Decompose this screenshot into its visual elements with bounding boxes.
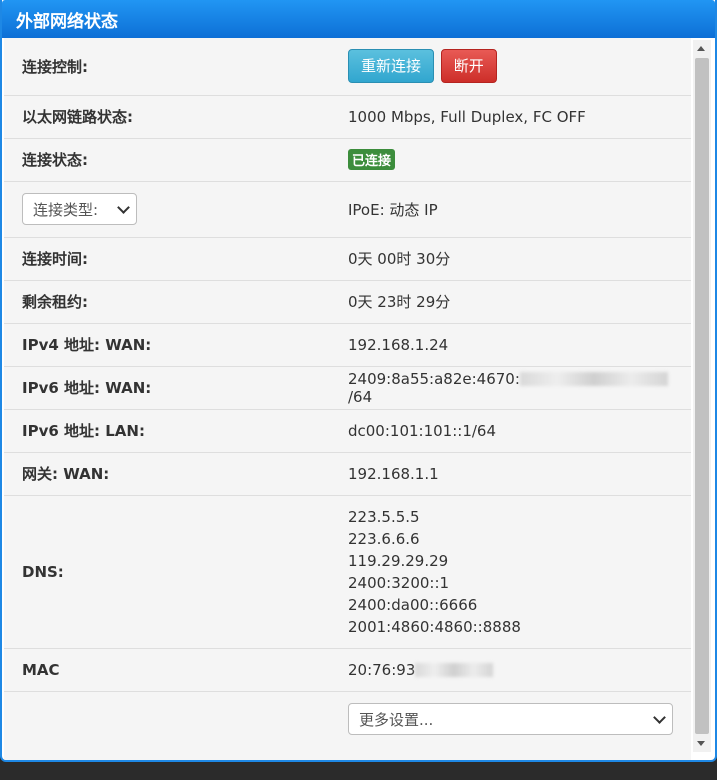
chevron-down-icon: [653, 710, 666, 724]
wan-status-panel: 外部网络状态 连接控制: 重新连接 断开 以太网链路状态: 1000 Mbps,…: [0, 0, 717, 762]
mac-label: MAC: [4, 647, 348, 691]
mac-prefix: 20:76:93: [348, 660, 416, 679]
connection-control-label: 连接控制:: [22, 57, 88, 76]
ethernet-status-value: 1000 Mbps, Full Duplex, FC OFF: [348, 94, 691, 138]
more-settings-select[interactable]: 更多设置...: [348, 703, 673, 736]
scroll-thumb[interactable]: [695, 58, 709, 734]
disconnect-button[interactable]: 断开: [440, 49, 497, 84]
dns-server: 119.29.29.29: [348, 551, 449, 570]
ipv4-wan-label: IPv4 地址: WAN:: [4, 322, 348, 366]
connection-type-value: IPoE: 动态 IP: [348, 180, 691, 237]
row-ipv6-lan: IPv6 地址: LAN: dc00:101:101::1/64: [4, 408, 691, 452]
redacted-region: [415, 663, 494, 677]
ipv4-wan-value: 192.168.1.24: [348, 322, 691, 366]
row-ethernet-status: 以太网链路状态: 1000 Mbps, Full Duplex, FC OFF: [4, 94, 691, 138]
row-connection-status: 连接状态: 已连接: [4, 137, 691, 181]
dns-server: 2001:4860:4860::8888: [348, 617, 521, 636]
row-dns: DNS: 223.5.5.5 223.6.6.6 119.29.29.29 24…: [4, 494, 691, 648]
dns-server: 2400:da00::6666: [348, 595, 478, 614]
lease-label: 剩余租约:: [4, 279, 348, 323]
connection-type-select-label: 连接类型:: [33, 200, 99, 219]
scroll-up-icon[interactable]: [697, 46, 705, 51]
row-ipv6-wan: IPv6 地址: WAN: 2409:8a55:a82e:4670:/64: [4, 365, 691, 409]
ipv6-wan-suffix: /64: [348, 387, 373, 406]
uptime-label: 连接时间:: [4, 236, 348, 280]
uptime-value: 0天 00时 30分: [348, 236, 691, 280]
reconnect-button[interactable]: 重新连接: [348, 49, 435, 84]
status-content: 连接控制: 重新连接 断开 以太网链路状态: 1000 Mbps, Full D…: [4, 38, 691, 760]
gateway-value: 192.168.1.1: [348, 451, 691, 495]
row-connection-type: 连接类型: IPoE: 动态 IP: [4, 180, 691, 237]
row-gateway: 网关: WAN: 192.168.1.1: [4, 451, 691, 495]
gateway-label: 网关: WAN:: [4, 451, 348, 495]
ipv6-lan-label: IPv6 地址: LAN:: [4, 408, 348, 452]
dns-server: 223.6.6.6: [348, 529, 420, 548]
dns-server: 2400:3200::1: [348, 573, 450, 592]
chevron-down-icon: [117, 200, 130, 214]
row-connection-control: 连接控制: 重新连接 断开: [4, 38, 691, 95]
ipv6-wan-prefix: 2409:8a55:a82e:4670:: [348, 369, 520, 388]
ethernet-status-label: 以太网链路状态:: [4, 94, 348, 138]
row-lease: 剩余租约: 0天 23时 29分: [4, 279, 691, 323]
row-uptime: 连接时间: 0天 00时 30分: [4, 236, 691, 280]
row-more-settings: 更多设置...: [4, 690, 691, 747]
ipv6-wan-label: IPv6 地址: WAN:: [4, 365, 348, 409]
vertical-scrollbar[interactable]: [693, 40, 711, 752]
row-mac: MAC 20:76:93: [4, 647, 691, 691]
scroll-down-icon[interactable]: [697, 741, 705, 746]
ipv6-lan-value: dc00:101:101::1/64: [348, 408, 691, 452]
status-badge: 已连接: [348, 149, 396, 170]
status-table: 连接控制: 重新连接 断开 以太网链路状态: 1000 Mbps, Full D…: [4, 38, 691, 747]
redacted-region: [519, 372, 668, 386]
row-ipv4-wan: IPv4 地址: WAN: 192.168.1.24: [4, 322, 691, 366]
dns-label: DNS:: [4, 494, 348, 648]
lease-value: 0天 23时 29分: [348, 279, 691, 323]
more-settings-label: 更多设置...: [359, 710, 434, 729]
connection-type-select[interactable]: 连接类型:: [22, 193, 137, 225]
connection-status-label: 连接状态:: [4, 137, 348, 181]
dns-server: 223.5.5.5: [348, 507, 420, 526]
panel-title: 外部网络状态: [2, 0, 715, 38]
